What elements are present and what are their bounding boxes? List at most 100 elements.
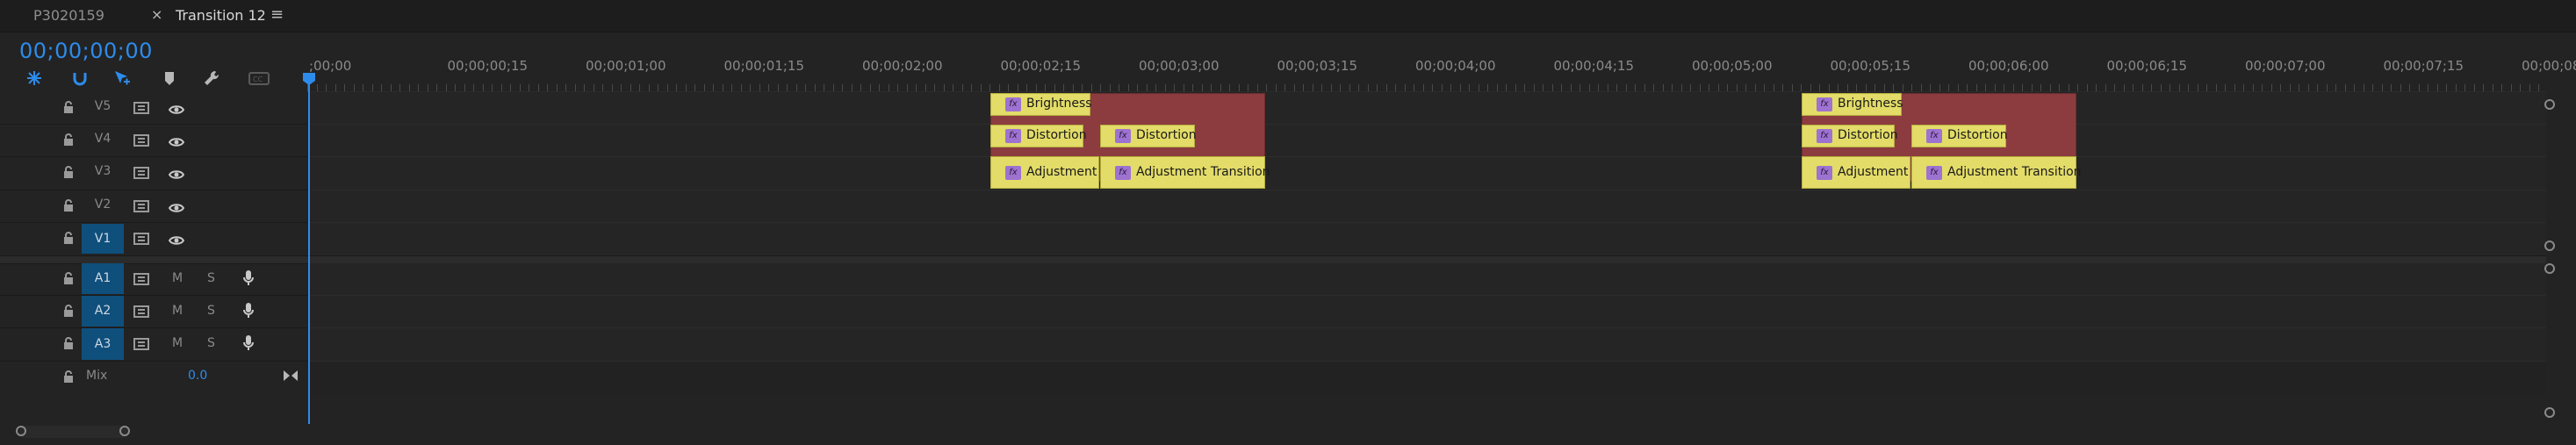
- toggle-sync-lock-icon[interactable]: [133, 101, 149, 118]
- clip-adjustment[interactable]: fx Adjustment: [990, 156, 1099, 189]
- lock-icon[interactable]: [63, 305, 74, 319]
- audio-scroll-bottom-handle[interactable]: [2544, 407, 2555, 418]
- snap-icon[interactable]: [25, 68, 44, 88]
- ruler-tick: [1690, 84, 1691, 91]
- lock-icon[interactable]: [63, 232, 74, 247]
- clip-label: Adjustment Transition: [1947, 165, 2082, 179]
- ruler-tick: [2280, 84, 2281, 91]
- ruler-tick: [1588, 84, 1590, 91]
- track-row-v5: V5: [0, 91, 2546, 125]
- time-ruler[interactable]: ;00;00 00;00;00;15 00;00;01;00 00;00;01;15 0…: [307, 51, 2576, 92]
- playhead-line[interactable]: [308, 75, 310, 424]
- eye-icon[interactable]: [168, 102, 185, 118]
- track-name-v1[interactable]: V1: [82, 224, 124, 254]
- track-name-v2[interactable]: V2: [82, 197, 124, 212]
- ruler-tick: [335, 84, 336, 91]
- wrench-icon[interactable]: [202, 68, 221, 88]
- go-to-mix-icon[interactable]: [283, 369, 299, 386]
- marker-icon[interactable]: [160, 68, 179, 88]
- clip-adjustment-transition[interactable]: fx Adjustment Transition: [1100, 156, 1270, 189]
- microphone-icon[interactable]: [242, 302, 255, 323]
- lock-icon[interactable]: [63, 101, 74, 116]
- track-lane-v1[interactable]: [309, 222, 2546, 256]
- lock-icon[interactable]: [63, 337, 74, 352]
- clip-distortion[interactable]: fx Distortion: [1802, 125, 1898, 147]
- ruler-tick: [1515, 84, 1516, 91]
- ruler-tick: [2206, 84, 2207, 91]
- video-scroll-top-handle[interactable]: [2544, 99, 2555, 110]
- panel-menu-icon[interactable]: ≡: [270, 5, 284, 24]
- track-name-a3[interactable]: A3: [82, 328, 124, 360]
- zoom-scrollbar-right-handle[interactable]: [119, 426, 130, 436]
- lock-icon[interactable]: [63, 133, 74, 148]
- track-lane-a1[interactable]: [309, 262, 2546, 296]
- ruler-tick: [584, 84, 585, 91]
- zoom-scrollbar[interactable]: [19, 426, 128, 438]
- mute-button[interactable]: M: [172, 336, 183, 350]
- clip-adjustment[interactable]: fx Adjustment: [1802, 156, 1910, 189]
- close-tab-icon[interactable]: ×: [151, 6, 162, 23]
- zoom-scrollbar-left-handle[interactable]: [16, 426, 26, 436]
- solo-button[interactable]: S: [207, 271, 215, 285]
- track-lane-v4[interactable]: [309, 124, 2546, 157]
- video-scroll-bottom-handle[interactable]: [2544, 240, 2555, 251]
- track-lane-v5[interactable]: [309, 91, 2546, 125]
- microphone-icon[interactable]: [242, 334, 255, 355]
- lock-icon[interactable]: [63, 272, 74, 287]
- lock-icon[interactable]: [63, 166, 74, 181]
- fx-badge-icon: fx: [1005, 129, 1021, 143]
- track-name-v3[interactable]: V3: [82, 164, 124, 178]
- mute-button[interactable]: M: [172, 304, 183, 318]
- timecode-display[interactable]: 00;00;00;00: [19, 39, 153, 63]
- eye-icon[interactable]: [168, 167, 185, 183]
- clip-distortion[interactable]: fx Distortion: [1911, 125, 2008, 147]
- ruler-tick: [1727, 84, 1728, 91]
- microphone-icon[interactable]: [242, 269, 255, 291]
- clip-brightness[interactable]: fx Brightness: [990, 93, 1092, 116]
- toggle-sync-lock-icon[interactable]: [133, 166, 149, 183]
- track-lane-a3[interactable]: [309, 327, 2546, 362]
- ruler-tick: [1551, 84, 1553, 91]
- toggle-sync-lock-icon[interactable]: [133, 199, 149, 216]
- clip-adjustment-transition[interactable]: fx Adjustment Transition: [1911, 156, 2082, 189]
- toggle-sync-lock-icon[interactable]: [133, 133, 149, 150]
- solo-button[interactable]: S: [207, 304, 215, 318]
- eye-icon[interactable]: [168, 134, 185, 151]
- toggle-sync-lock-icon[interactable]: [133, 305, 149, 321]
- track-name-v5[interactable]: V5: [82, 99, 124, 113]
- mix-volume-value[interactable]: 0.0: [188, 369, 207, 383]
- eye-icon[interactable]: [168, 233, 185, 249]
- toggle-sync-lock-icon[interactable]: [133, 232, 149, 248]
- eye-icon[interactable]: [168, 200, 185, 217]
- ruler-tick: [2344, 84, 2346, 91]
- toggle-sync-lock-icon[interactable]: [133, 337, 149, 354]
- clip-label: Brightness: [1026, 97, 1092, 111]
- captions-icon[interactable]: CC: [248, 68, 270, 88]
- track-lane-a2[interactable]: [309, 295, 2546, 328]
- track-name-v4[interactable]: V4: [82, 132, 124, 146]
- lock-icon[interactable]: [63, 370, 74, 385]
- track-name-a1[interactable]: A1: [82, 263, 124, 294]
- audio-scroll-top-handle[interactable]: [2544, 263, 2555, 274]
- clip-distortion[interactable]: fx Distortion: [1100, 125, 1197, 147]
- track-lane-mix[interactable]: [309, 361, 2546, 395]
- tab-p3020159[interactable]: P3020159: [33, 7, 104, 24]
- ruler-label: 00;00;06;00: [1968, 58, 2049, 74]
- clip-brightness[interactable]: fx Brightness: [1802, 93, 1903, 116]
- solo-button[interactable]: S: [207, 336, 215, 350]
- ruler-tick: [1736, 84, 1738, 91]
- track-name-a2[interactable]: A2: [82, 296, 124, 327]
- add-marker-insert-icon[interactable]: [112, 68, 132, 88]
- ruler-tick: [1082, 84, 1083, 91]
- ruler-tick: [906, 84, 908, 91]
- toggle-sync-lock-icon[interactable]: [133, 272, 149, 289]
- track-header-v3: V3: [0, 156, 307, 190]
- playhead-handle[interactable]: [302, 72, 316, 86]
- linked-selection-icon[interactable]: [70, 68, 90, 88]
- lock-icon[interactable]: [63, 199, 74, 214]
- mute-button[interactable]: M: [172, 271, 183, 285]
- tab-transition-12[interactable]: Transition 12: [176, 7, 266, 24]
- track-lane-v2[interactable]: [309, 190, 2546, 223]
- clip-distortion[interactable]: fx Distortion: [990, 125, 1087, 147]
- track-lane-v3[interactable]: [309, 156, 2546, 190]
